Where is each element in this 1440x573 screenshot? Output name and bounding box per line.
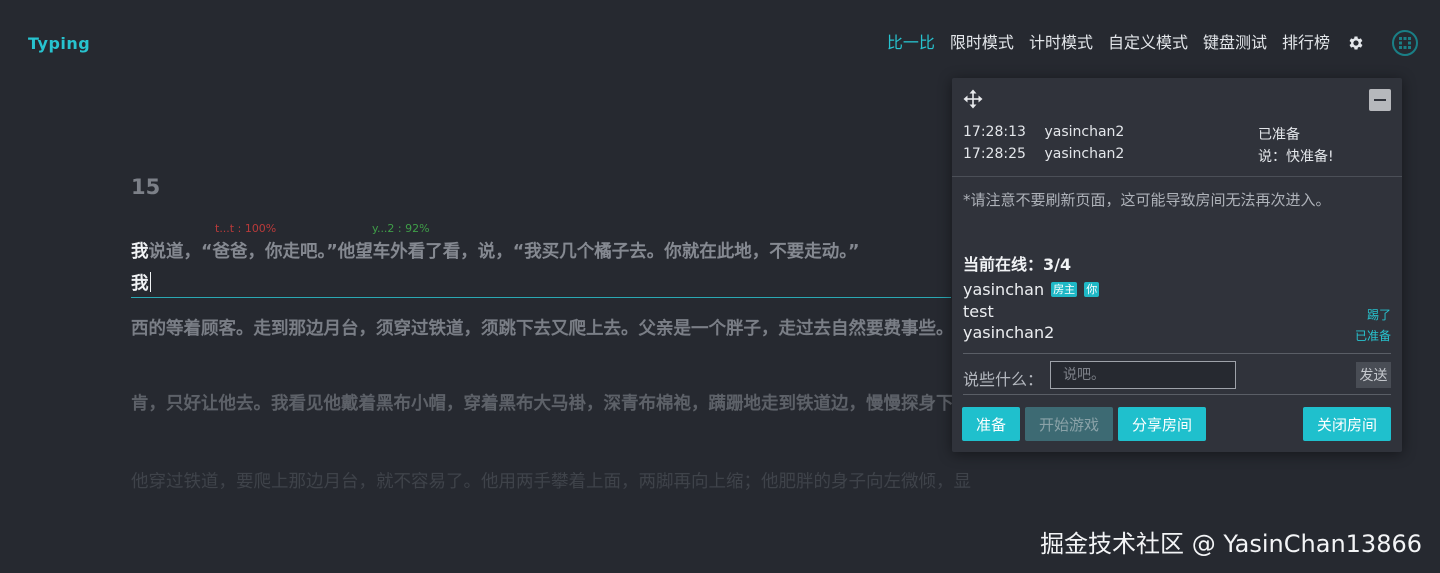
opponent-stat-green: y...2 : 92% xyxy=(372,222,430,235)
nav-custom-mode[interactable]: 自定义模式 xyxy=(1108,28,1188,58)
opponent-stat-red: t...t : 100% xyxy=(215,222,277,235)
untyped-text: 说道，“爸爸，你走吧。”他望车外看了看，说，“我买几个橘子去。你就在此地，不要走… xyxy=(148,242,860,262)
divider xyxy=(963,353,1391,354)
close-room-button[interactable]: 关闭房间 xyxy=(1303,407,1391,441)
player-status: 已准备 xyxy=(1354,329,1391,343)
message-text: 已准备 xyxy=(1258,127,1300,143)
user-avatar-icon[interactable] xyxy=(1392,30,1418,56)
nav-leaderboard[interactable]: 排行榜 xyxy=(1282,28,1330,58)
text-line-3: 肯，只好让他去。我看见他戴着黑布小帽，穿着黑布大马褂，深青布棉袍，蹒跚地走到铁道… xyxy=(131,394,971,414)
message-text: 说：快准备! xyxy=(1258,149,1334,165)
divider xyxy=(952,176,1402,177)
message-user: yasinchan2 xyxy=(1044,124,1125,140)
player-name: yasinchan xyxy=(963,280,1045,299)
host-badge: 房主 xyxy=(1051,282,1078,297)
ready-button[interactable]: 准备 xyxy=(962,407,1020,441)
player-name: test xyxy=(963,302,994,321)
you-badge: 你 xyxy=(1084,282,1100,297)
chat-message: 17:28:25 yasinchan2 说：快准备! xyxy=(963,146,1334,165)
nav-compete[interactable]: 比一比 xyxy=(887,28,935,58)
refresh-notice: *请注意不要刷新页面，这可能导致房间无法再次进入。 xyxy=(963,191,1331,209)
player-row: yasinchan 房主 你 xyxy=(963,279,1391,301)
gear-icon[interactable] xyxy=(1346,33,1366,53)
chat-label: 说些什么： xyxy=(963,370,1044,389)
minimize-button[interactable] xyxy=(1369,89,1391,111)
online-count: 当前在线：3/4 xyxy=(963,255,1072,274)
room-panel: 17:28:13 yasinchan2 已准备 17:28:25 yasinch… xyxy=(952,78,1402,452)
top-nav: 比一比 限时模式 计时模式 自定义模式 键盘测试 排行榜 xyxy=(872,28,1418,58)
text-line-current: 我说道，“爸爸，你走吧。”他望车外看了看，说，“我买几个橘子去。你就在此地，不要… xyxy=(131,238,971,263)
player-row: yasinchan2 已准备 xyxy=(963,322,1391,344)
nav-limited-mode[interactable]: 限时模式 xyxy=(950,28,1014,58)
message-time: 17:28:13 xyxy=(963,124,1026,140)
typed-text: 我 xyxy=(131,242,149,262)
chat-message: 17:28:13 yasinchan2 已准备 xyxy=(963,124,1300,143)
typing-input-value: 我 xyxy=(131,274,149,294)
divider xyxy=(963,394,1391,395)
minus-icon xyxy=(1374,99,1386,101)
text-caret xyxy=(149,272,151,292)
send-button[interactable]: 发送 xyxy=(1356,362,1391,388)
nav-keyboard-test[interactable]: 键盘测试 xyxy=(1203,28,1267,58)
kick-link[interactable]: 踢了 xyxy=(1367,306,1391,323)
page: Typing 比一比 限时模式 计时模式 自定义模式 键盘测试 排行榜 15 t… xyxy=(0,0,1440,573)
logo[interactable]: Typing xyxy=(28,34,90,53)
nav-timed-mode[interactable]: 计时模式 xyxy=(1029,28,1093,58)
player-row: test 踢了 xyxy=(963,301,1391,323)
typing-input[interactable]: 我 xyxy=(131,270,951,298)
text-line-2: 西的等着顾客。走到那边月台，须穿过铁道，须跳下去又爬上去。父亲是一个胖子，走过去… xyxy=(131,319,954,339)
progress-counter: 15 xyxy=(131,175,161,199)
watermark: 掘金技术社区 @ YasinChan13866 xyxy=(1040,530,1422,558)
move-icon[interactable] xyxy=(963,89,983,109)
chat-input-row: 说些什么： 发送 xyxy=(963,359,1391,393)
start-game-button[interactable]: 开始游戏 xyxy=(1025,407,1113,441)
message-time: 17:28:25 xyxy=(963,146,1026,162)
message-user: yasinchan2 xyxy=(1044,146,1125,162)
text-line-4: 他穿过铁道，要爬上那边月台，就不容易了。他用两手攀着上面，两脚再向上缩；他肥胖的… xyxy=(131,472,971,492)
player-name: yasinchan2 xyxy=(963,323,1055,342)
share-room-button[interactable]: 分享房间 xyxy=(1118,407,1206,441)
chat-input[interactable] xyxy=(1050,361,1236,389)
